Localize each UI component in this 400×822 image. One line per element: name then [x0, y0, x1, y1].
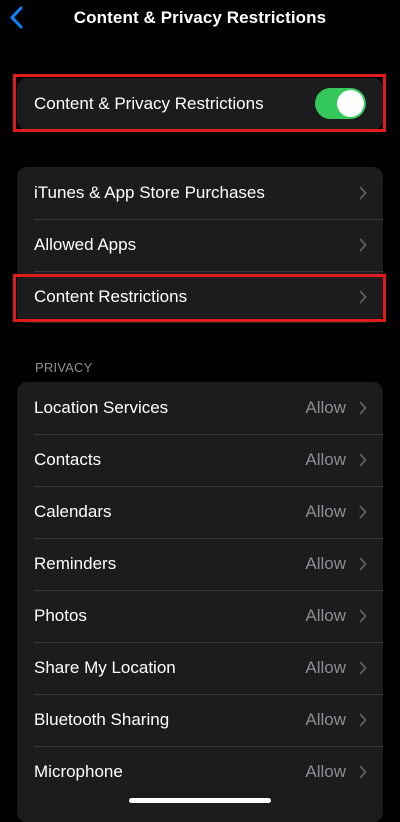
row-value: Allow — [305, 658, 346, 677]
page-title: Content & Privacy Restrictions — [73, 8, 327, 27]
toggle-knob — [337, 90, 364, 117]
content-restrictions-row[interactable]: Content Restrictions — [17, 271, 383, 323]
row-label: Contacts — [34, 450, 102, 469]
row-value: Allow — [305, 606, 346, 625]
privacy-settings-group: Location Services Allow Contacts Allow C… — [17, 382, 383, 822]
row-value: Allow — [305, 554, 346, 573]
chevron-right-icon — [359, 401, 367, 415]
privacy-section-header: PRIVACY — [35, 360, 93, 375]
row-label: Microphone — [34, 762, 123, 781]
chevron-right-icon — [359, 186, 367, 200]
row-value: Allow — [305, 398, 346, 417]
row-value: Allow — [305, 450, 346, 469]
row-value: Allow — [305, 710, 346, 729]
microphone-row[interactable]: Microphone Allow — [17, 746, 383, 798]
row-label: Allowed Apps — [34, 235, 137, 254]
chevron-right-icon — [359, 661, 367, 675]
chevron-right-icon — [359, 713, 367, 727]
chevron-right-icon — [359, 505, 367, 519]
location-services-row[interactable]: Location Services Allow — [17, 382, 383, 434]
allowed-apps-row[interactable]: Allowed Apps — [17, 219, 383, 271]
row-label: Calendars — [34, 502, 112, 521]
row-value: Allow — [305, 502, 346, 521]
store-settings-group: iTunes & App Store Purchases Allowed App… — [17, 167, 383, 323]
content-privacy-toggle[interactable] — [315, 88, 366, 119]
bluetooth-sharing-row[interactable]: Bluetooth Sharing Allow — [17, 694, 383, 746]
row-label: Reminders — [34, 554, 117, 573]
chevron-right-icon — [359, 765, 367, 779]
chevron-right-icon — [359, 609, 367, 623]
calendars-row[interactable]: Calendars Allow — [17, 486, 383, 538]
row-label: iTunes & App Store Purchases — [34, 183, 265, 202]
row-label: Content Restrictions — [34, 287, 188, 306]
content-privacy-toggle-label: Content & Privacy Restrictions — [34, 94, 264, 113]
itunes-app-store-purchases-row[interactable]: iTunes & App Store Purchases — [17, 167, 383, 219]
chevron-right-icon — [359, 557, 367, 571]
master-toggle-group: Content & Privacy Restrictions — [17, 78, 383, 130]
share-my-location-row[interactable]: Share My Location Allow — [17, 642, 383, 694]
home-indicator — [129, 798, 271, 803]
row-label: Bluetooth Sharing — [34, 710, 170, 729]
contacts-row[interactable]: Contacts Allow — [17, 434, 383, 486]
chevron-right-icon — [359, 453, 367, 467]
reminders-row[interactable]: Reminders Allow — [17, 538, 383, 590]
photos-row[interactable]: Photos Allow — [17, 590, 383, 642]
row-label: Location Services — [34, 398, 169, 417]
chevron-right-icon — [359, 290, 367, 304]
navigation-bar: Content & Privacy Restrictions — [0, 0, 400, 40]
row-label: Share My Location — [34, 658, 176, 677]
content-privacy-toggle-row[interactable]: Content & Privacy Restrictions — [17, 78, 383, 130]
chevron-right-icon — [359, 238, 367, 252]
row-value: Allow — [305, 762, 346, 781]
row-label: Photos — [34, 606, 87, 625]
